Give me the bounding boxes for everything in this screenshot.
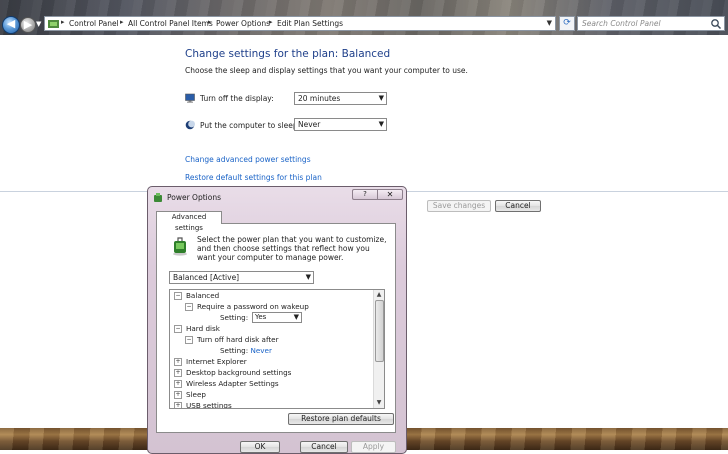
search-placeholder: Search Control Panel (582, 19, 661, 28)
help-button[interactable]: ? (352, 189, 377, 200)
tree-item-sleep[interactable]: + Sleep (174, 390, 206, 400)
chevron-down-icon: ▼ (293, 313, 299, 321)
page-title: Change settings for the plan: Balanced (185, 48, 391, 60)
ok-button[interactable]: OK (240, 441, 280, 453)
tree-item-desktop-background[interactable]: + Desktop background settings (174, 368, 291, 378)
power-options-dialog: Power Options ? ✕ Advanced settings Sele… (147, 186, 407, 454)
search-icon[interactable] (710, 18, 722, 30)
restore-defaults-link[interactable]: Restore default settings for this plan (185, 173, 322, 182)
address-dropdown-icon[interactable]: ▼ (547, 19, 552, 27)
tree-label: Internet Explorer (186, 357, 247, 366)
search-input[interactable]: Search Control Panel (577, 16, 725, 31)
sleep-timeout-select[interactable]: Never ▼ (294, 118, 387, 131)
refresh-icon[interactable]: ⟳ (559, 16, 575, 31)
advanced-settings-link[interactable]: Change advanced power settings (185, 155, 311, 164)
tree-label: Desktop background settings (186, 368, 292, 377)
password-setting-select[interactable]: Yes ▼ (252, 312, 302, 323)
cancel-button[interactable]: Cancel (495, 200, 541, 212)
forward-arrow-icon: ▶ (23, 18, 33, 31)
breadcrumb-power-options[interactable]: Power Options (216, 19, 270, 28)
breadcrumb-separator[interactable]: ▸ (120, 18, 124, 26)
tab-advanced-settings[interactable]: Advanced settings (156, 211, 222, 232)
save-changes-button[interactable]: Save changes (427, 200, 491, 212)
tree-item-hard-disk[interactable]: − Hard disk (174, 324, 220, 334)
breadcrumb-separator[interactable]: ▸ (208, 18, 212, 26)
expand-icon[interactable]: + (174, 380, 182, 388)
hard-disk-setting-value[interactable]: Never (250, 346, 271, 355)
sleep-moon-icon (185, 120, 195, 130)
window-titlebar: ◀ ▶ ▼ ▸ Control Panel ▸ All Control Pane… (0, 0, 728, 35)
settings-tree[interactable]: − Balanced − Require a password on wakeup … (169, 289, 385, 409)
chevron-down-icon: ▼ (305, 273, 311, 281)
tree-label: Hard disk (186, 324, 220, 333)
tree-item-internet-explorer[interactable]: + Internet Explorer (174, 357, 247, 367)
breadcrumb-control-panel[interactable]: Control Panel (69, 19, 119, 28)
collapse-icon[interactable]: − (185, 303, 193, 311)
tree-item-turn-off-hard-disk[interactable]: − Turn off hard disk after (185, 335, 279, 345)
back-button[interactable]: ◀ (2, 16, 20, 34)
display-monitor-icon (185, 93, 195, 103)
back-arrow-icon: ◀ (6, 17, 16, 30)
advanced-settings-panel: Select the power plan that you want to c… (156, 223, 396, 433)
chevron-down-icon: ▼ (378, 120, 384, 128)
breadcrumb-separator[interactable]: ▸ (61, 18, 65, 26)
tree-label: USB settings (186, 401, 232, 409)
dialog-cancel-button[interactable]: Cancel (300, 441, 348, 453)
recent-pages-dropdown-icon[interactable]: ▼ (36, 20, 41, 28)
expand-icon[interactable]: + (174, 369, 182, 377)
display-timeout-value: 20 minutes (298, 94, 341, 103)
power-plan-battery-icon (173, 237, 187, 256)
power-plan-value: Balanced [Active] (173, 273, 240, 282)
forward-button[interactable]: ▶ (20, 17, 36, 33)
tree-label: Balanced (186, 291, 220, 300)
dialog-description: Select the power plan that you want to c… (197, 235, 387, 262)
address-bar[interactable]: ▸ Control Panel ▸ All Control Panel Item… (44, 16, 556, 31)
power-plan-select[interactable]: Balanced [Active] ▼ (169, 271, 314, 284)
chevron-down-icon: ▼ (378, 94, 384, 102)
close-icon[interactable]: ✕ (377, 189, 403, 200)
scroll-thumb[interactable] (375, 300, 384, 362)
page-subtitle: Choose the sleep and display settings th… (185, 66, 468, 75)
tree-item-require-password[interactable]: − Require a password on wakeup (185, 302, 309, 312)
tree-item-balanced[interactable]: − Balanced (174, 291, 219, 301)
collapse-icon[interactable]: − (174, 325, 182, 333)
breadcrumb-edit-plan-settings[interactable]: Edit Plan Settings (277, 19, 343, 28)
tree-item-usb-settings[interactable]: + USB settings (174, 401, 232, 409)
breadcrumb-all-items[interactable]: All Control Panel Items (128, 19, 213, 28)
display-timeout-select[interactable]: 20 minutes ▼ (294, 92, 387, 105)
power-options-icon (154, 193, 162, 202)
breadcrumb-separator[interactable]: ▸ (269, 18, 273, 26)
tree-label: Sleep (186, 390, 206, 399)
tree-label: Require a password on wakeup (197, 302, 309, 311)
password-setting-value: Yes (255, 313, 267, 321)
expand-icon[interactable]: + (174, 358, 182, 366)
tree-item-wireless-adapter[interactable]: + Wireless Adapter Settings (174, 379, 279, 389)
expand-icon[interactable]: + (174, 402, 182, 408)
dialog-title: Power Options (167, 193, 221, 202)
tree-label: Turn off hard disk after (197, 335, 279, 344)
edit-plan-panel: Change settings for the plan: Balanced C… (0, 35, 728, 192)
apply-button[interactable]: Apply (351, 441, 396, 453)
control-panel-icon (48, 20, 59, 28)
tree-setting-label: Setting: (220, 346, 249, 355)
sleep-setting-label: Put the computer to sleep: (200, 121, 301, 130)
tree-scrollbar[interactable]: ▲ ▼ (373, 290, 384, 408)
display-setting-label: Turn off the display: (200, 94, 274, 103)
restore-plan-defaults-button[interactable]: Restore plan defaults (288, 413, 394, 425)
collapse-icon[interactable]: − (185, 336, 193, 344)
tree-setting-row[interactable]: Setting: Never (220, 346, 272, 356)
collapse-icon[interactable]: − (174, 292, 182, 300)
tree-label: Wireless Adapter Settings (186, 379, 279, 388)
scroll-up-icon[interactable]: ▲ (375, 291, 383, 299)
sleep-timeout-value: Never (298, 120, 321, 129)
tree-setting-label: Setting: (220, 313, 249, 322)
scroll-down-icon[interactable]: ▼ (375, 399, 383, 407)
expand-icon[interactable]: + (174, 391, 182, 399)
